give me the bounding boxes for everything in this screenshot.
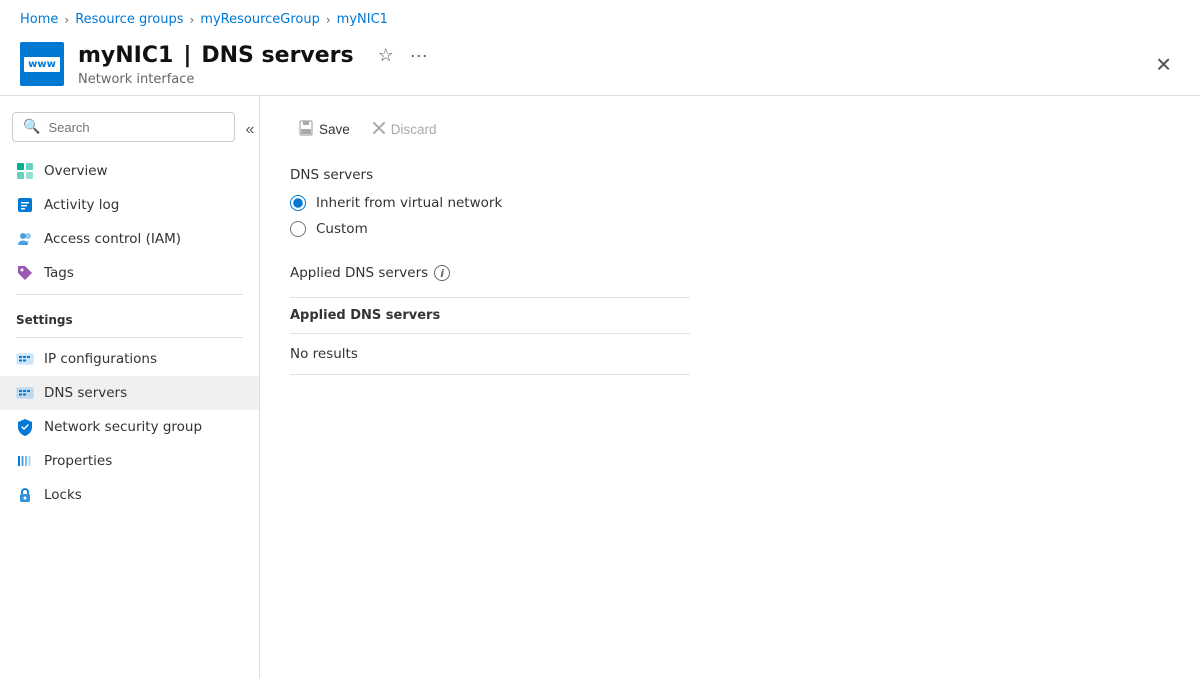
- sidebar-item-access-control[interactable]: Access control (IAM): [0, 222, 259, 256]
- nsg-icon: [16, 418, 34, 436]
- page-title-group: myNIC1 | DNS servers ☆ ··· Network inter…: [78, 41, 432, 87]
- search-input[interactable]: [48, 120, 224, 135]
- sidebar-item-tags[interactable]: Tags: [0, 256, 259, 290]
- overview-icon: [16, 162, 34, 180]
- radio-custom-input[interactable]: [290, 221, 306, 237]
- breadcrumb-resource-groups[interactable]: Resource groups: [75, 12, 183, 27]
- applied-dns-table: Applied DNS servers No results: [290, 297, 690, 375]
- dns-radio-group: Inherit from virtual network Custom: [290, 195, 1170, 237]
- applied-dns-label: Applied DNS servers i: [290, 265, 1170, 281]
- page-icon-text: www: [24, 57, 60, 72]
- divider: [16, 294, 243, 295]
- more-button[interactable]: ···: [406, 41, 432, 70]
- page-title: myNIC1 | DNS servers ☆ ···: [78, 41, 432, 70]
- ip-configurations-label: IP configurations: [44, 351, 157, 367]
- main-layout: 🔍 « Overview Activity log: [0, 96, 1200, 678]
- radio-inherit-label: Inherit from virtual network: [316, 195, 502, 211]
- save-button[interactable]: Save: [290, 116, 358, 143]
- collapse-button[interactable]: «: [239, 119, 260, 141]
- access-control-icon: [16, 230, 34, 248]
- page-header: www myNIC1 | DNS servers ☆ ··· Network i…: [0, 35, 1200, 96]
- radio-custom[interactable]: Custom: [290, 221, 1170, 237]
- breadcrumb-home[interactable]: Home: [20, 12, 58, 27]
- activity-log-label: Activity log: [44, 197, 119, 213]
- sidebar-item-activity-log[interactable]: Activity log: [0, 188, 259, 222]
- radio-inherit[interactable]: Inherit from virtual network: [290, 195, 1170, 211]
- main-content: Save Discard DNS servers Inherit from vi…: [260, 96, 1200, 678]
- sidebar-item-overview[interactable]: Overview: [0, 154, 259, 188]
- applied-table-empty: No results: [290, 334, 690, 374]
- sidebar-item-network-security-group[interactable]: Network security group: [0, 410, 259, 444]
- save-icon: [298, 120, 314, 139]
- radio-custom-label: Custom: [316, 221, 368, 237]
- sidebar-item-ip-configurations[interactable]: IP configurations: [0, 342, 259, 376]
- applied-table-header: Applied DNS servers: [290, 298, 690, 334]
- breadcrumb: Home › Resource groups › myResourceGroup…: [0, 0, 1200, 35]
- page-icon: www: [20, 42, 64, 86]
- activity-log-icon: [16, 196, 34, 214]
- settings-divider: [16, 337, 243, 338]
- close-button[interactable]: ✕: [1147, 49, 1180, 82]
- dns-servers-label: DNS servers: [44, 385, 127, 401]
- radio-inherit-input[interactable]: [290, 195, 306, 211]
- tags-label: Tags: [44, 265, 74, 281]
- sidebar: 🔍 « Overview Activity log: [0, 96, 260, 678]
- ip-configurations-icon: [16, 350, 34, 368]
- search-row: 🔍 «: [0, 106, 259, 154]
- page-subtitle: Network interface: [78, 72, 432, 87]
- discard-icon: [372, 121, 386, 138]
- breadcrumb-nic[interactable]: myNIC1: [337, 12, 388, 27]
- dns-servers-icon: [16, 384, 34, 402]
- favorite-button[interactable]: ☆: [374, 41, 398, 70]
- sidebar-item-dns-servers[interactable]: DNS servers: [0, 376, 259, 410]
- properties-label: Properties: [44, 453, 112, 469]
- breadcrumb-resource-group[interactable]: myResourceGroup: [200, 12, 320, 27]
- sidebar-item-properties[interactable]: Properties: [0, 444, 259, 478]
- access-control-label: Access control (IAM): [44, 231, 181, 247]
- discard-button[interactable]: Discard: [364, 117, 445, 142]
- sidebar-item-locks[interactable]: Locks: [0, 478, 259, 512]
- toolbar: Save Discard: [290, 116, 1170, 143]
- dns-servers-section-title: DNS servers: [290, 167, 1170, 183]
- locks-icon: [16, 486, 34, 504]
- header-actions: ☆ ···: [374, 41, 432, 70]
- info-icon: i: [434, 265, 450, 281]
- locks-label: Locks: [44, 487, 82, 503]
- search-box: 🔍: [12, 112, 235, 142]
- properties-icon: [16, 452, 34, 470]
- nsg-label: Network security group: [44, 419, 202, 435]
- search-icon: 🔍: [23, 119, 40, 135]
- overview-label: Overview: [44, 163, 108, 179]
- settings-section-label: Settings: [0, 299, 259, 333]
- tags-icon: [16, 264, 34, 282]
